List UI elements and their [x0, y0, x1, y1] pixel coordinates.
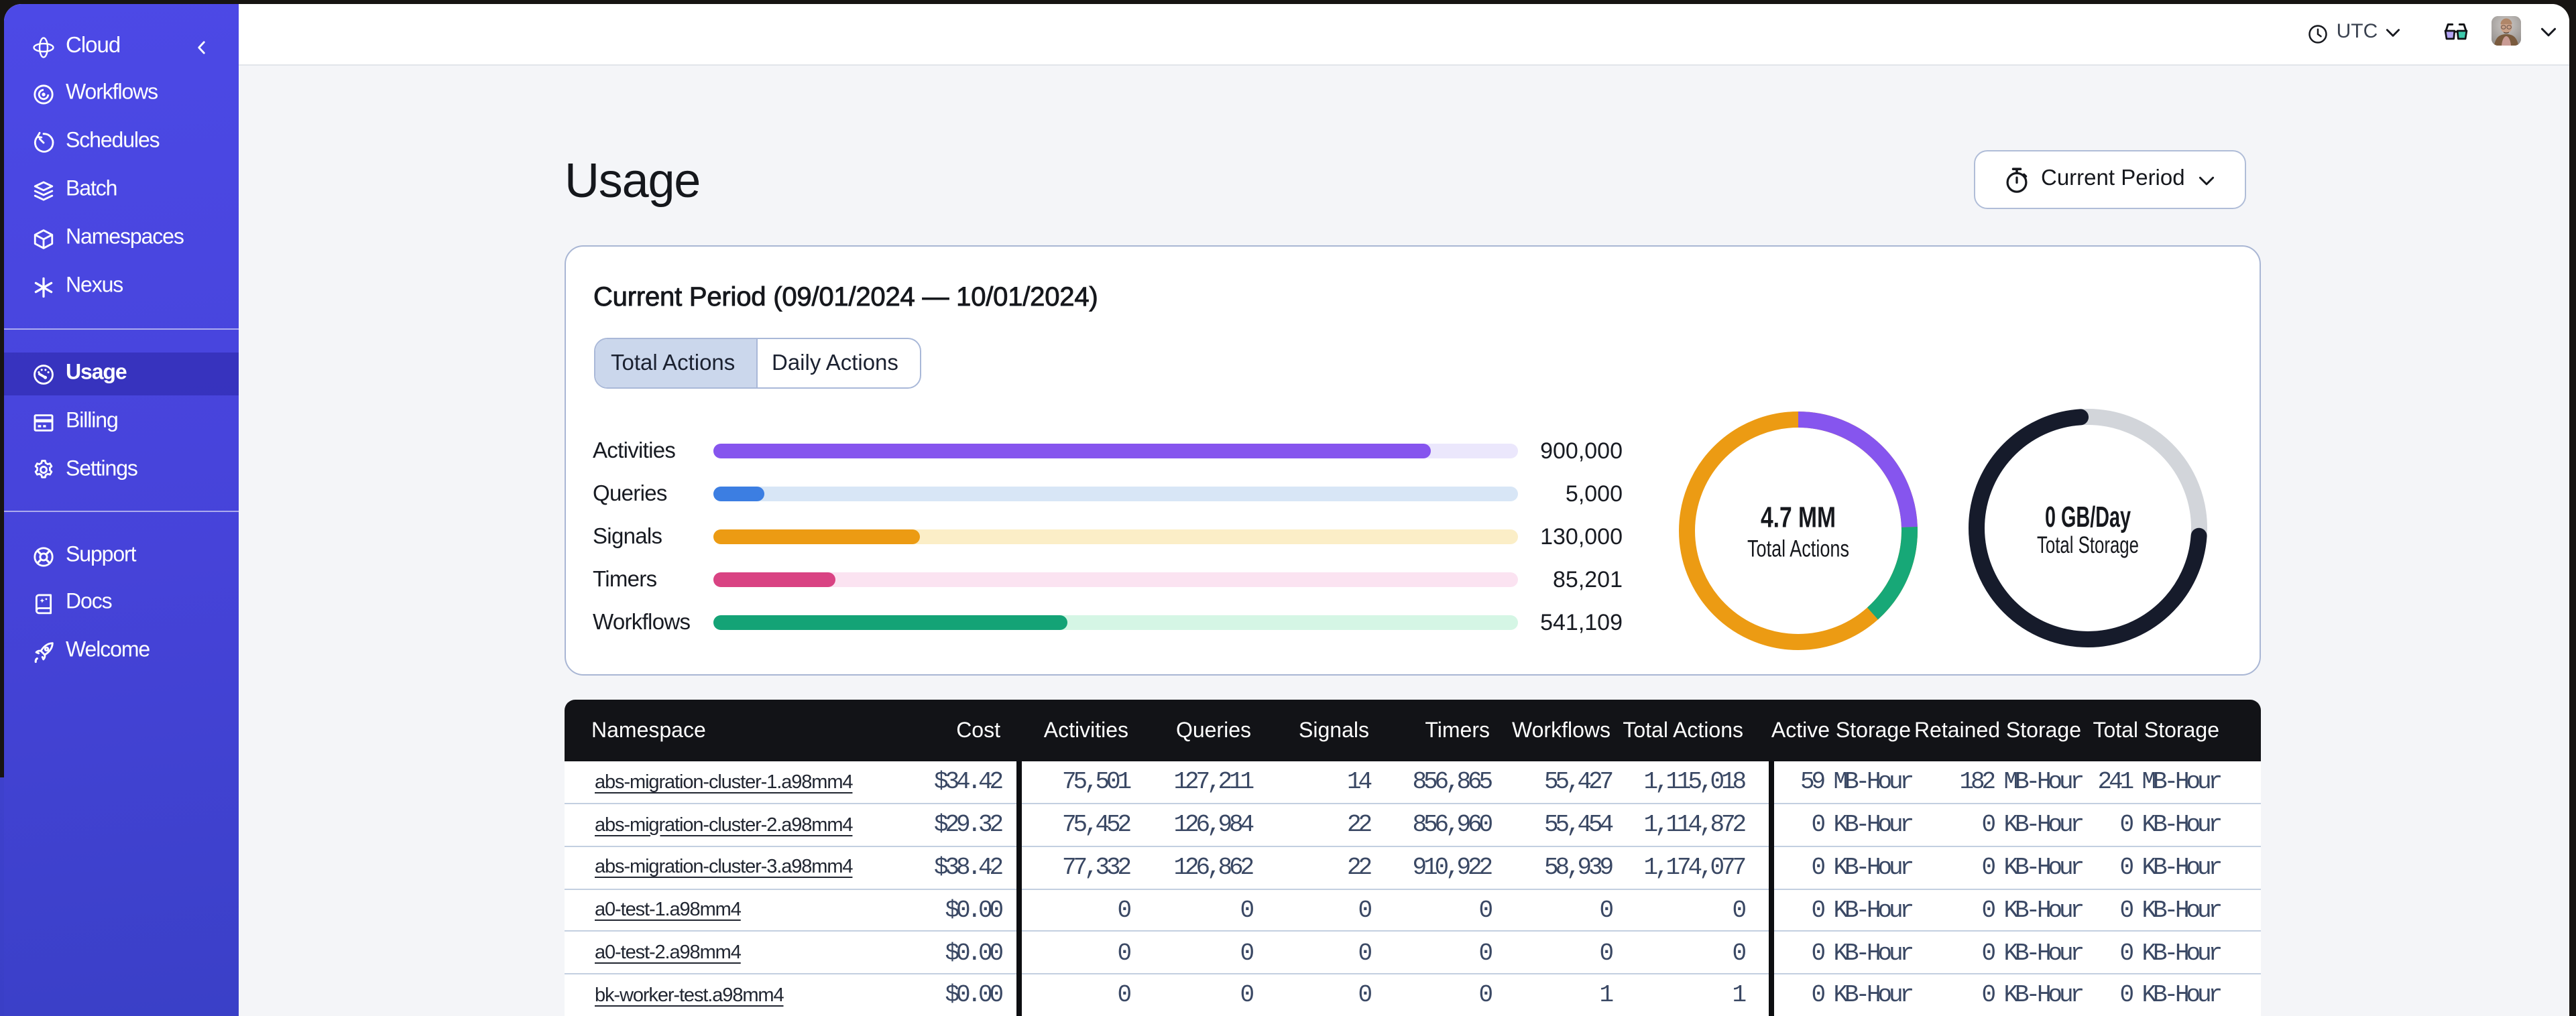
svg-text:Total Storage: Total Storage [2037, 532, 2139, 558]
svg-text:4.7 MM: 4.7 MM [1761, 501, 1836, 533]
svg-text:Total Actions: Total Actions [1747, 535, 1849, 562]
svg-text:0 GB/Day: 0 GB/Day [2045, 501, 2131, 533]
